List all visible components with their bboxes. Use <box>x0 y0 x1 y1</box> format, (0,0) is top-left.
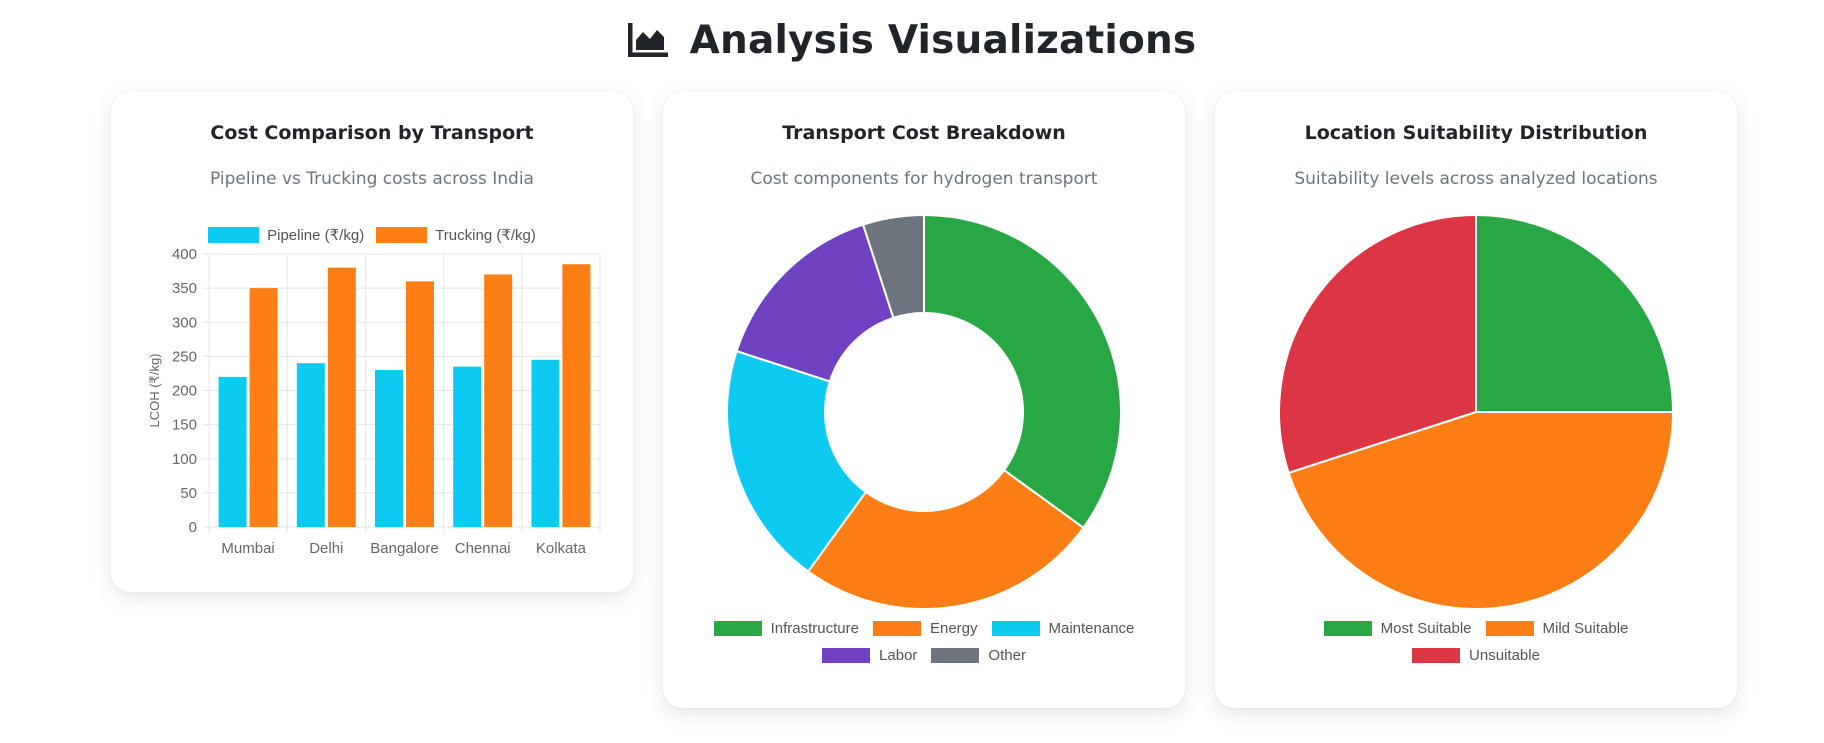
legend-swatch <box>1412 648 1461 663</box>
pie-legend: Most Suitable Mild Suitable Unsuitable <box>1215 615 1737 669</box>
legend-swatch <box>713 621 762 636</box>
y-tick-label: 400 <box>172 246 197 263</box>
y-tick-label: 300 <box>172 314 197 331</box>
legend-item-maintenance[interactable]: Maintenance <box>991 615 1135 642</box>
y-tick-label: 100 <box>172 451 197 468</box>
bar-pipeline[interactable] <box>453 366 482 527</box>
legend-label: Maintenance <box>1048 620 1135 637</box>
page-title: Analysis Visualizations <box>689 17 1197 63</box>
legend-swatch <box>822 648 871 663</box>
legend-item-most-suitable[interactable]: Most Suitable <box>1323 615 1472 642</box>
y-tick-label: 350 <box>172 280 197 297</box>
x-tick-label: Delhi <box>309 540 343 557</box>
legend-label: Labor <box>879 647 918 664</box>
slice-most-suitable[interactable] <box>1475 213 1675 413</box>
bar-chart: 0 50 100 150 200 250 300 350 400 LCOH (₹/kg) Mumba… <box>147 246 601 557</box>
y-tick-label: 150 <box>172 417 197 434</box>
legend-label: Other <box>988 647 1026 664</box>
x-tick-label: Chennai <box>455 540 511 557</box>
bar-trucking[interactable] <box>406 281 434 527</box>
legend-item-labor[interactable]: Labor <box>822 642 917 669</box>
y-axis-title: LCOH (₹/kg) <box>147 353 162 427</box>
doughnut-legend: Infrastructure Energy Maintenance Labor Othe… <box>663 615 1185 669</box>
y-tick-label: 50 <box>180 485 197 502</box>
area-chart-icon <box>627 23 668 57</box>
suitability-card: Location Suitability Distribution Suitab… <box>1215 92 1737 708</box>
legend-item-energy[interactable]: Energy <box>872 615 978 642</box>
legend-item-other[interactable]: Other <box>931 642 1026 669</box>
legend-label: Unsuitable <box>1469 647 1540 664</box>
legend-label: Infrastructure <box>770 620 859 637</box>
legend-swatch <box>872 621 921 636</box>
legend-label: Most Suitable <box>1380 620 1472 637</box>
cost-comparison-card: Cost Comparison by Transport Pipeline vs… <box>111 92 633 592</box>
bar-pipeline[interactable] <box>218 376 247 527</box>
bar-trucking[interactable] <box>562 264 591 527</box>
legend-swatch <box>991 621 1040 636</box>
legend-item-mild-suitable[interactable]: Mild Suitable <box>1485 615 1629 642</box>
x-tick-label: Bangalore <box>370 540 438 557</box>
page-header: Analysis Visualizations <box>0 14 1824 66</box>
bar-pipeline[interactable] <box>296 363 325 527</box>
bar-trucking[interactable] <box>249 288 278 527</box>
y-tick-label: 200 <box>172 383 197 400</box>
legend-swatch <box>1323 621 1372 636</box>
legend-label: Mild Suitable <box>1542 620 1629 637</box>
legend-item-infrastructure[interactable]: Infrastructure <box>713 615 859 642</box>
slice-infrastructure[interactable] <box>923 213 1122 530</box>
y-tick-label: 250 <box>172 348 197 365</box>
y-tick-label: 0 <box>189 519 197 536</box>
x-tick-label: Kolkata <box>536 540 587 557</box>
legend-item-unsuitable[interactable]: Unsuitable <box>1412 642 1540 669</box>
legend-swatch <box>931 648 980 663</box>
transport-breakdown-card: Transport Cost Breakdown Cost components… <box>663 92 1185 708</box>
bar-trucking[interactable] <box>484 274 513 527</box>
x-tick-label: Mumbai <box>221 540 274 557</box>
legend-label: Energy <box>929 620 978 637</box>
bar-pipeline[interactable] <box>531 359 560 527</box>
bar-trucking[interactable] <box>327 267 356 527</box>
legend-swatch <box>1485 621 1534 636</box>
bar-pipeline[interactable] <box>375 370 403 527</box>
